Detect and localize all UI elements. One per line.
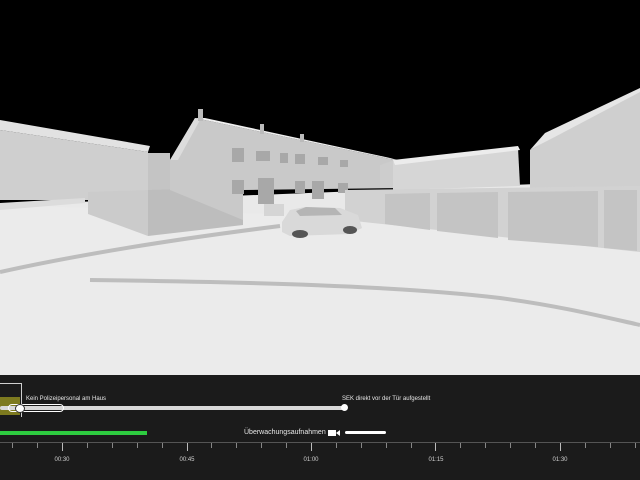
event-label-2: SEK direkt vor der Tür aufgestellt: [342, 396, 431, 402]
app-window: Kein Polizeipersonal am Haus SEK direkt …: [0, 0, 640, 480]
minor-tick: [162, 443, 163, 448]
tick-label: 00:30: [54, 457, 70, 463]
minor-tick: [485, 443, 486, 448]
minor-tick: [585, 443, 586, 448]
tick-label: 01:30: [552, 457, 568, 463]
minor-tick: [386, 443, 387, 448]
minor-tick: [460, 443, 461, 448]
minor-tick: [12, 443, 13, 448]
major-tick: [560, 443, 561, 451]
minor-tick: [87, 443, 88, 448]
video-camera-icon[interactable]: [328, 429, 340, 437]
minor-tick: [236, 443, 237, 448]
major-tick: [435, 443, 436, 451]
minor-tick: [411, 443, 412, 448]
tick-label: 01:00: [303, 457, 319, 463]
minor-tick: [336, 443, 337, 448]
tick-label: 00:45: [179, 457, 195, 463]
recording-segment[interactable]: [345, 431, 386, 434]
minor-tick: [112, 443, 113, 448]
minor-tick: [37, 443, 38, 448]
minor-tick: [211, 443, 212, 448]
playback-progress-bar[interactable]: [0, 431, 148, 435]
major-tick: [62, 443, 63, 451]
timeline-panel: Kein Polizeipersonal am Haus SEK direkt …: [0, 375, 640, 480]
minor-tick: [361, 443, 362, 448]
3d-scene-viewport[interactable]: [0, 0, 640, 375]
minor-tick: [535, 443, 536, 448]
tick-label: 01:15: [428, 457, 444, 463]
playhead-handle[interactable]: [15, 404, 25, 413]
minor-tick: [261, 443, 262, 448]
range-marker-top: [0, 383, 22, 384]
major-tick: [311, 443, 312, 451]
minor-tick: [610, 443, 611, 448]
time-ruler[interactable]: [0, 442, 640, 443]
minor-tick: [286, 443, 287, 448]
track-label: Überwachungsaufnahmen: [244, 429, 326, 436]
minor-tick: [510, 443, 511, 448]
event-marker-2[interactable]: [341, 404, 348, 411]
minor-tick: [635, 443, 636, 448]
major-tick: [187, 443, 188, 451]
minor-tick: [137, 443, 138, 448]
event-label-1: Kein Polizeipersonal am Haus: [26, 396, 107, 402]
